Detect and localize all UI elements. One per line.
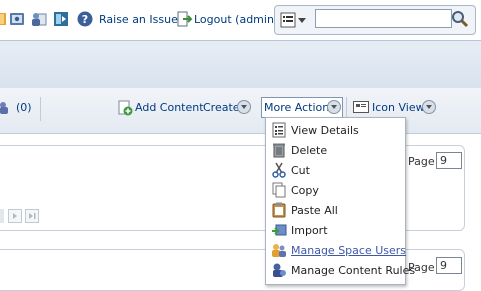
page-number-input[interactable]: 9 — [436, 257, 462, 274]
add-content-icon — [118, 100, 133, 116]
page-number-input[interactable]: 9 — [436, 152, 462, 169]
menu-item-view-details[interactable]: View Details — [266, 120, 405, 140]
menu-item-paste-all[interactable]: Paste All — [266, 200, 405, 220]
create-link[interactable]: Create — [203, 101, 240, 114]
create-chevron-down-icon[interactable] — [237, 100, 251, 114]
help-guide-icon[interactable] — [53, 11, 69, 27]
search-box — [274, 5, 476, 35]
menu-item-cut[interactable]: Cut — [266, 160, 405, 180]
menu-item-label: View Details — [291, 124, 359, 137]
menu-item-delete[interactable]: Delete — [266, 140, 405, 160]
menu-item-import[interactable]: Import — [266, 220, 405, 240]
add-content-link[interactable]: Add Content — [135, 101, 204, 114]
rules-icon — [273, 263, 286, 277]
menu-item-copy[interactable]: Copy — [266, 180, 405, 200]
import-icon — [272, 224, 287, 236]
details-icon — [272, 122, 286, 138]
users-icon — [272, 244, 286, 257]
top-toolbar: ? Raise an Issue Logout (admin) — [0, 0, 481, 40]
menu-item-label: Paste All — [291, 204, 338, 217]
menu-item-label: Delete — [291, 144, 328, 157]
menu-item-label: Manage Content Rules — [291, 264, 416, 277]
next-page-button[interactable] — [8, 209, 22, 223]
menu-item-label: Import — [291, 224, 328, 237]
scissors-icon — [272, 162, 286, 178]
help-icon[interactable]: ? — [77, 11, 93, 27]
more-actions-menu: View Details Delete Cut Copy Paste All I… — [265, 117, 415, 285]
page-label: Page — [408, 155, 435, 168]
icon-view-chevron-down-icon[interactable] — [422, 100, 436, 114]
menu-item-manage-space-users[interactable]: Manage Space Users — [266, 240, 407, 260]
search-options-menu[interactable] — [280, 12, 310, 28]
svg-text:?: ? — [82, 13, 88, 26]
next-page-icon — [13, 213, 17, 219]
icon-view-link[interactable]: Icon View — [372, 101, 425, 114]
search-icon[interactable] — [451, 10, 469, 28]
separator — [40, 97, 41, 121]
trash-icon — [273, 143, 285, 158]
menu-item-manage-content-rules[interactable]: Manage Content Rules — [266, 260, 415, 280]
menu-item-label: Cut — [291, 164, 310, 177]
icon-view-icon — [353, 101, 369, 113]
last-page-button[interactable] — [25, 209, 39, 223]
copy-icon — [272, 182, 286, 198]
logout-link[interactable]: Logout (admin) — [194, 13, 278, 26]
user-profile-icon[interactable] — [31, 11, 47, 27]
users-icon — [0, 102, 8, 114]
menu-item-label: Copy — [291, 184, 319, 197]
first-page-icon[interactable] — [0, 209, 4, 223]
more-actions-chevron-down-icon[interactable] — [327, 100, 341, 114]
my-alfresco-icon[interactable] — [9, 11, 25, 27]
last-page-icon — [29, 213, 36, 219]
search-input[interactable] — [315, 9, 452, 28]
more-actions-link[interactable]: More Actions — [264, 101, 335, 114]
logout-icon — [177, 11, 193, 27]
raise-issue-link[interactable]: Raise an Issue — [99, 13, 178, 26]
clipboard-icon — [272, 202, 286, 218]
menu-item-label: Manage Space Users — [291, 244, 407, 257]
space-header — [0, 40, 481, 89]
users-count[interactable]: (0) — [16, 101, 32, 114]
